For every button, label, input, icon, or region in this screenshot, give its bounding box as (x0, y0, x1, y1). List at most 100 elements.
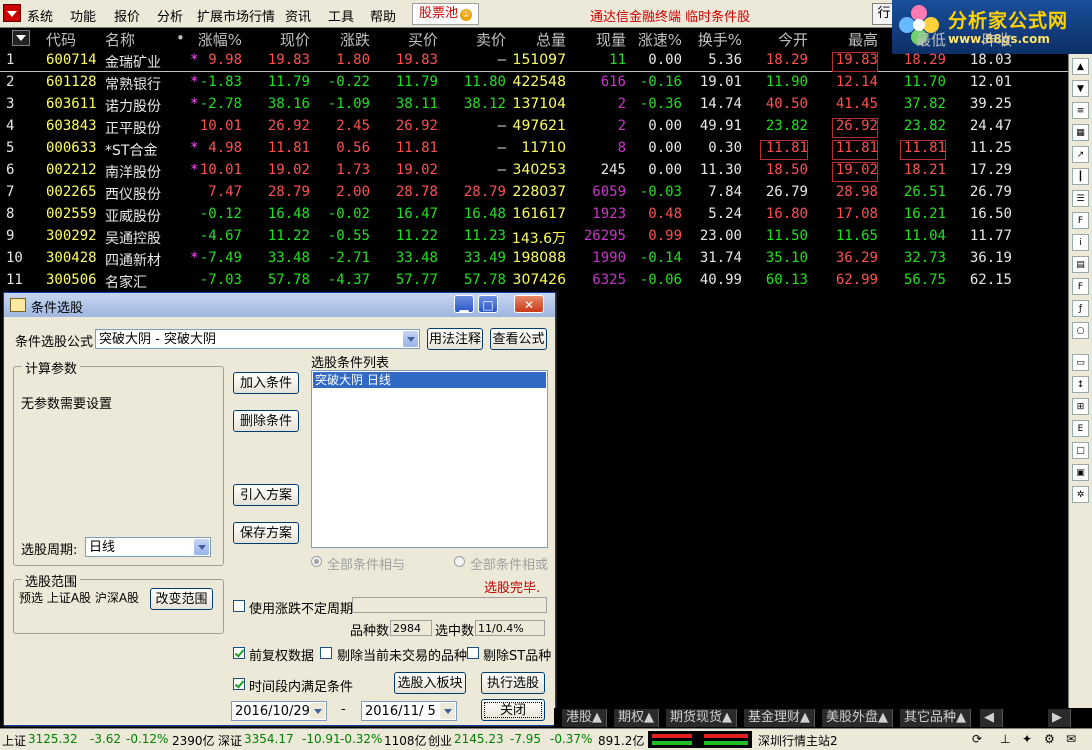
save-plan-button[interactable]: 保存方案 (233, 522, 299, 544)
table-icon[interactable]: ▦ (1072, 124, 1089, 141)
lock-icon[interactable]: ▣ (1072, 464, 1089, 481)
minimize-icon[interactable]: ▁ (454, 295, 474, 313)
column-header-bid[interactable]: 买价 (392, 29, 438, 49)
tab-scroll-left-icon[interactable]: ◀ (980, 709, 1003, 727)
gear-icon[interactable]: ✲ (1072, 486, 1089, 503)
quote-list-icon[interactable]: ≡ (1072, 102, 1089, 119)
tab-funds[interactable]: 基金理财▲ (744, 709, 815, 727)
table-row[interactable]: 6 002212 南洋股份 * 10.01 19.02 1.73 19.02—340253 24… (0, 160, 1068, 182)
antenna-icon[interactable]: ⊥ (1000, 732, 1010, 746)
mail-icon[interactable]: ✉ (1066, 732, 1076, 746)
period-select[interactable]: 日线 (85, 537, 211, 557)
exclude-untraded-checkbox[interactable] (320, 647, 332, 659)
menu-news[interactable]: 资讯 (285, 6, 311, 25)
stock-pool-button[interactable]: 股票池 ① (412, 3, 480, 25)
etf-icon[interactable]: E (1072, 420, 1089, 437)
menu-extended-market[interactable]: 扩展市场行情 (197, 6, 275, 25)
forward-adjust-checkbox[interactable] (233, 647, 245, 659)
table-row[interactable]: 7 002265 西仪股份 7.47 28.79 2.00 28.78 28.79 228037… (0, 182, 1068, 204)
tab-scroll-right-icon[interactable]: ▶ (1048, 709, 1071, 727)
tab-hk-stocks[interactable]: 港股▲ (562, 709, 607, 727)
condition-list-item[interactable]: 突破大阴 日线 (313, 372, 546, 388)
settings-icon[interactable]: ⚙ (1044, 732, 1055, 746)
column-header-name[interactable]: 名称 (105, 29, 165, 49)
exclude-st-checkbox[interactable] (467, 647, 479, 659)
table-row[interactable]: 4 603843 正平股份 10.01 26.92 2.45 26.92 — 497621 2 0.… (0, 116, 1068, 138)
table-row[interactable]: 11 300506 名家汇 -7.03 57.78 -4.37 57.77 57.78 3074… (0, 270, 1068, 292)
column-header-high[interactable]: 最高 (832, 29, 878, 49)
menu-analysis[interactable]: 分析 (157, 6, 183, 25)
add-condition-button[interactable]: 加入条件 (233, 372, 299, 394)
chevron-down-icon[interactable] (403, 331, 418, 347)
tab-other[interactable]: 其它品种▲ (900, 709, 971, 727)
column-header-chg[interactable]: 涨跌 (322, 29, 370, 49)
tab-futures[interactable]: 期货现货▲ (666, 709, 737, 727)
sort-icon[interactable]: ↕ (1072, 376, 1089, 393)
table-row[interactable]: 10 300428 四通新材 * -7.49 33.48 -2.71 33.48 33.49 19… (0, 248, 1068, 270)
column-header-low[interactable]: 最低 (900, 29, 946, 49)
date-to-picker[interactable]: 2016/11/ 5 (361, 701, 457, 721)
column-header-turn[interactable]: 换手% (692, 29, 742, 49)
server-name[interactable]: 深圳行情主站2 (758, 732, 838, 749)
circle-icon[interactable]: ○ (1072, 322, 1089, 339)
column-header-cur[interactable]: 现量 (590, 29, 626, 49)
info-icon[interactable]: i (1072, 234, 1089, 251)
chevron-down-icon[interactable] (310, 703, 325, 719)
menu-system[interactable]: 系统 (27, 6, 53, 25)
table-row[interactable]: 9 300292 吴通控股 -4.67 11.22 -0.55 11.22 11.23 143.… (0, 226, 1068, 248)
chevron-down-icon[interactable] (194, 539, 209, 555)
wrench-icon[interactable]: ✦ (1022, 732, 1032, 746)
terminal-ad-text[interactable]: 通达信金融终端 临时条件股 (590, 6, 750, 25)
table-row[interactable]: 1 600714 金瑞矿业 * 9.98 19.83 1.80 19.83—151097 11 0… (0, 50, 1068, 72)
column-header-prev[interactable]: 昨收 (966, 29, 1012, 49)
column-header-code[interactable]: 代码 (46, 29, 86, 49)
table-row[interactable]: 2 601128 常熟银行 * -1.83 11.79 -0.22 11.79 11.80 422… (0, 72, 1068, 94)
line-chart-icon[interactable]: ↗ (1072, 146, 1089, 163)
refresh-icon[interactable]: ⟳ (972, 732, 982, 746)
change-range-button[interactable]: 改变范围 (150, 588, 213, 610)
window-icon[interactable]: □ (1072, 442, 1089, 459)
close-icon[interactable]: ✕ (514, 295, 544, 313)
column-header-vol[interactable]: 总量 (520, 29, 566, 49)
run-select-button[interactable]: 执行选股 (481, 672, 545, 694)
chevron-down-icon[interactable] (440, 703, 455, 719)
column-header-price[interactable]: 现价 (262, 29, 310, 49)
f12-icon[interactable]: F (1072, 278, 1089, 295)
column-header-flag[interactable]: • (176, 29, 186, 49)
folder-icon[interactable]: ▭ (1072, 354, 1089, 371)
to-block-button[interactable]: 选股入板块 (394, 672, 466, 694)
report-icon[interactable]: ☰ (1072, 190, 1089, 207)
column-header-speed[interactable]: 涨速% (634, 29, 682, 49)
arrow-down-icon[interactable]: ▼ (1072, 80, 1089, 97)
menu-function[interactable]: 功能 (70, 6, 96, 25)
zoom-icon[interactable]: ⊞ (1072, 398, 1089, 415)
import-plan-button[interactable]: 引入方案 (233, 484, 299, 506)
column-header-chg-pct[interactable]: 涨幅% (190, 29, 242, 49)
view-formula-button[interactable]: 查看公式 (490, 328, 547, 350)
dialog-title-bar[interactable]: 条件选股 ▁ □ ✕ (4, 293, 555, 317)
table-row[interactable]: 5 000633 *ST合金 * 4.98 11.81 0.56 11.81—11710 8 0.… (0, 138, 1068, 160)
table-row[interactable]: 8 002559 亚威股份 -0.12 16.48 -0.02 16.47 16.48 1616… (0, 204, 1068, 226)
usage-notes-button[interactable]: 用法注释 (427, 328, 483, 350)
f10-icon[interactable]: F (1072, 212, 1089, 229)
maximize-icon[interactable]: □ (478, 295, 498, 313)
all-and-radio[interactable] (311, 556, 322, 567)
date-from-picker[interactable]: 2016/10/29 (231, 701, 327, 721)
delete-condition-button[interactable]: 删除条件 (233, 410, 299, 432)
condition-list[interactable]: 突破大阴 日线 (311, 370, 548, 548)
arrow-up-icon[interactable]: ▲ (1072, 58, 1089, 75)
formula-select[interactable]: 突破大阴 - 突破大阴 (95, 329, 420, 349)
uncertain-period-checkbox[interactable] (233, 600, 245, 612)
candlestick-icon[interactable]: ┃ (1072, 168, 1089, 185)
news-icon[interactable]: ▤ (1072, 256, 1089, 273)
menu-help[interactable]: 帮助 (370, 6, 396, 25)
column-menu-icon[interactable] (12, 30, 30, 46)
all-or-radio[interactable] (454, 556, 465, 567)
table-row[interactable]: 3 603611 诺力股份 * -2.78 38.16 -1.09 38.11 38.12 137… (0, 94, 1068, 116)
period-condition-checkbox[interactable] (233, 678, 245, 690)
menu-tools[interactable]: 工具 (328, 6, 354, 25)
app-menu-icon[interactable] (3, 4, 21, 22)
formula-icon[interactable]: ƒ (1072, 300, 1089, 317)
close-button[interactable]: 关闭 (481, 699, 545, 721)
column-header-ask[interactable]: 卖价 (460, 29, 506, 49)
